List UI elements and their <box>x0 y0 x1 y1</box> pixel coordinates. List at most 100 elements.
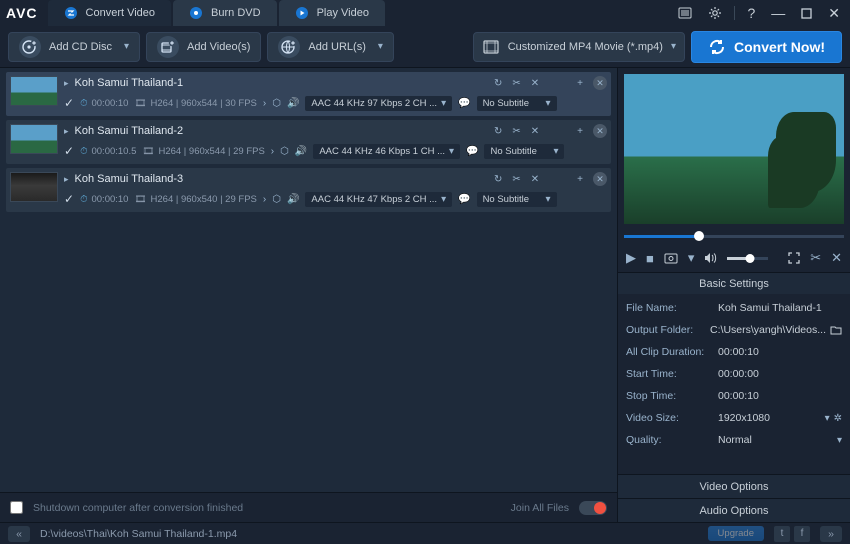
tab-label: Burn DVD <box>211 7 261 19</box>
options-icon[interactable] <box>674 4 696 22</box>
gear-icon[interactable] <box>704 4 726 22</box>
subtitle-select[interactable]: No Subtitle ▾ <box>477 192 557 207</box>
join-all-toggle[interactable] <box>579 501 607 515</box>
audio-select[interactable]: AAC 44 KHz 97 Kbps 2 CH ... ▾ <box>305 96 452 111</box>
subtitle-select[interactable]: No Subtitle ▾ <box>484 144 564 159</box>
expand-icon[interactable]: › <box>263 98 266 109</box>
file-name-label: File Name: <box>626 302 718 314</box>
add-cd-button[interactable]: Add CD Disc ▾ <box>8 32 140 62</box>
folder-browse-icon[interactable] <box>830 325 842 335</box>
button-label: Convert Now! <box>734 39 825 55</box>
play-icon <box>295 6 309 20</box>
expand-icon[interactable]: › <box>271 146 274 157</box>
crop-icon[interactable]: ✕ <box>531 126 539 137</box>
crop-icon[interactable]: ✕ <box>831 250 842 266</box>
file-name-value[interactable]: Koh Samui Thailand-1 <box>718 302 842 314</box>
button-label: Add CD Disc <box>49 41 112 53</box>
remove-icon[interactable]: ✕ <box>593 124 607 138</box>
film-add-icon <box>157 36 179 58</box>
refresh-icon[interactable]: ↻ <box>494 126 502 137</box>
cut-icon[interactable]: ✂ <box>512 78 520 89</box>
subtitle-icon: 💬 <box>466 146 478 157</box>
gear-icon[interactable]: ✲ <box>834 413 842 424</box>
toolbar: Add CD Disc ▾ Add Video(s) Add URL(s) ▾ … <box>0 26 850 68</box>
statusbar: « D:\videos\Thai\Koh Samui Thailand-1.mp… <box>0 522 850 544</box>
expand-right-icon[interactable]: » <box>820 526 842 542</box>
file-thumbnail[interactable] <box>10 124 58 154</box>
audio-select[interactable]: AAC 44 KHz 46 Kbps 1 CH ... ▾ <box>313 144 460 159</box>
clip-duration-label: All Clip Duration: <box>626 346 718 358</box>
upgrade-button[interactable]: Upgrade <box>708 526 764 541</box>
file-thumbnail[interactable] <box>10 172 58 202</box>
chevron-down-icon: ▾ <box>124 41 129 52</box>
output-folder-value[interactable]: C:\Users\yangh\Videos... <box>710 324 826 336</box>
codec-info: 🎞 H264 | 960x544 | 29 FPS <box>142 146 264 157</box>
play-icon[interactable]: ▶ <box>626 250 636 266</box>
tab-burn-dvd[interactable]: Burn DVD <box>173 0 277 26</box>
help-icon[interactable]: ? <box>743 3 759 23</box>
tab-convert-video[interactable]: Convert Video <box>48 0 172 26</box>
fullscreen-icon[interactable] <box>788 252 800 264</box>
close-icon[interactable]: ✕ <box>824 3 844 24</box>
video-size-select[interactable]: 1920x1080▾ <box>718 412 830 424</box>
remove-icon[interactable]: ✕ <box>593 76 607 90</box>
volume-icon[interactable] <box>704 252 717 264</box>
effects-icon[interactable]: ⬡ <box>272 98 281 109</box>
chevron-down-icon: ▾ <box>441 194 446 205</box>
start-time-value[interactable]: 00:00:00 <box>718 368 842 380</box>
chevron-down-icon[interactable]: ▾ <box>688 250 695 266</box>
file-checkbox[interactable]: ✓ <box>64 96 74 110</box>
add-urls-button[interactable]: Add URL(s) ▾ <box>267 32 394 62</box>
file-item[interactable]: ▸ Koh Samui Thailand-2 ↻ ✂ ✕ + ✕ ✓ ⏱ 00:… <box>6 120 611 164</box>
expand-icon[interactable]: › <box>263 194 266 205</box>
snapshot-icon[interactable] <box>664 252 678 264</box>
file-item[interactable]: ▸ Koh Samui Thailand-3 ↻ ✂ ✕ + ✕ ✓ ⏱ 00:… <box>6 168 611 212</box>
list-footer: Shutdown computer after conversion finis… <box>0 492 617 522</box>
cut-icon[interactable]: ✂ <box>810 250 821 266</box>
tab-play-video[interactable]: Play Video <box>279 0 385 26</box>
file-item[interactable]: ▸ Koh Samui Thailand-1 ↻ ✂ ✕ + ✕ ✓ ⏱ 00:… <box>6 72 611 116</box>
effects-icon[interactable]: ⬡ <box>272 194 281 205</box>
right-panel: ▶ ■ ▾ ✂ ✕ Basic Settings File Name: Ko <box>618 68 850 522</box>
app-logo: AVC <box>6 5 38 21</box>
file-thumbnail[interactable] <box>10 76 58 106</box>
shutdown-checkbox[interactable] <box>10 501 23 514</box>
minimize-icon[interactable]: — <box>767 3 789 23</box>
add-icon[interactable]: + <box>577 174 583 185</box>
volume-slider[interactable] <box>727 257 768 260</box>
audio-icon: 🔊 <box>287 194 299 205</box>
add-icon[interactable]: + <box>577 78 583 89</box>
add-icon[interactable]: + <box>577 126 583 137</box>
convert-now-button[interactable]: Convert Now! <box>691 31 842 63</box>
stop-time-value[interactable]: 00:00:10 <box>718 390 842 402</box>
add-videos-button[interactable]: Add Video(s) <box>146 32 261 62</box>
audio-select[interactable]: AAC 44 KHz 47 Kbps 2 CH ... ▾ <box>305 192 452 207</box>
cut-icon[interactable]: ✂ <box>512 126 520 137</box>
video-options-button[interactable]: Video Options <box>618 474 850 498</box>
crop-icon[interactable]: ✕ <box>531 174 539 185</box>
remove-icon[interactable]: ✕ <box>593 172 607 186</box>
facebook-icon[interactable]: f <box>794 526 810 542</box>
twitter-icon[interactable]: t <box>774 526 790 542</box>
seek-bar[interactable] <box>624 230 844 244</box>
maximize-icon[interactable] <box>797 6 816 21</box>
clip-duration-value: 00:00:10 <box>718 346 842 358</box>
video-preview[interactable] <box>624 74 844 224</box>
shutdown-label: Shutdown computer after conversion finis… <box>33 502 243 514</box>
output-profile-select[interactable]: Customized MP4 Movie (*.mp4) ▾ <box>473 32 685 62</box>
stop-icon[interactable]: ■ <box>646 251 654 266</box>
globe-add-icon <box>278 36 300 58</box>
file-checkbox[interactable]: ✓ <box>64 192 74 206</box>
subtitle-select[interactable]: No Subtitle ▾ <box>477 96 557 111</box>
audio-options-button[interactable]: Audio Options <box>618 498 850 522</box>
refresh-icon[interactable]: ↻ <box>494 78 502 89</box>
effects-icon[interactable]: ⬡ <box>280 146 289 157</box>
refresh-icon[interactable]: ↻ <box>494 174 502 185</box>
codec-info: 🎞 H264 | 960x544 | 30 FPS <box>134 98 256 109</box>
file-checkbox[interactable]: ✓ <box>64 144 74 158</box>
convert-icon <box>64 6 78 20</box>
collapse-left-icon[interactable]: « <box>8 526 30 542</box>
crop-icon[interactable]: ✕ <box>531 78 539 89</box>
quality-select[interactable]: Normal▾ <box>718 434 842 446</box>
cut-icon[interactable]: ✂ <box>512 174 520 185</box>
